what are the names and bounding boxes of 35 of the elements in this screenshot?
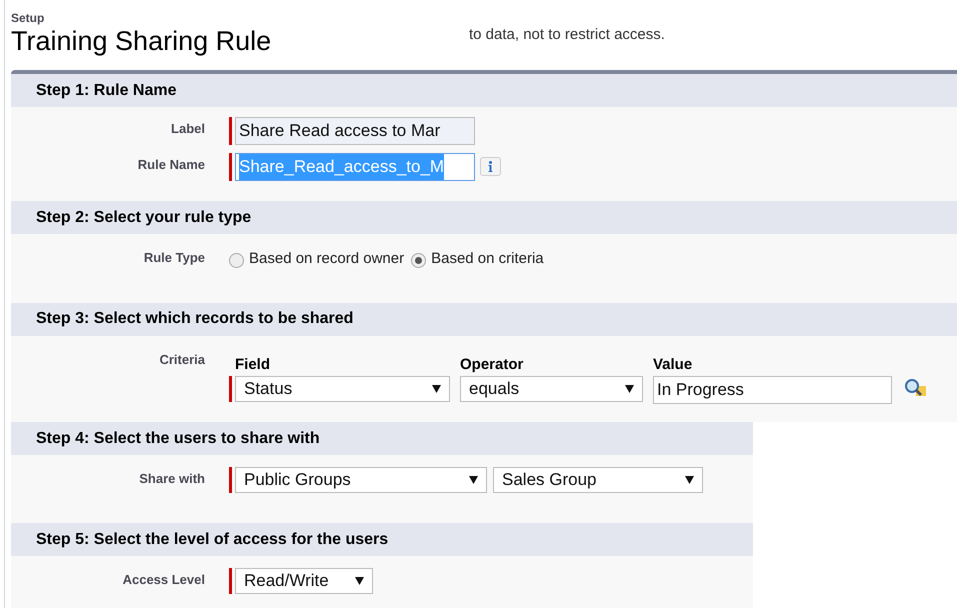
select-dropdown[interactable]: Status: [235, 376, 450, 402]
caret-icon: [685, 476, 694, 484]
caret-icon: [432, 385, 441, 393]
page-title: Training Sharing Rule: [11, 25, 272, 58]
text-input[interactable]: Share Read access to Mar: [235, 117, 475, 145]
section-header: Step 3: Select which records to be shared: [11, 302, 957, 336]
field-label: Label: [170, 120, 206, 138]
field-label: Rule Type: [142, 249, 206, 267]
select-dropdown[interactable]: Read/Write: [235, 568, 373, 594]
radio-label[interactable]: Based on criteria: [431, 248, 544, 270]
breadcrumb: Setup: [11, 12, 46, 24]
column-heading: Operator: [460, 354, 524, 374]
caret-icon: [355, 577, 364, 585]
field-label: Access Level: [122, 571, 206, 589]
field-label: Criteria: [158, 350, 206, 368]
caret-icon: [625, 385, 634, 393]
search-icon[interactable]: [904, 378, 926, 398]
field-label: Rule Name: [136, 156, 206, 174]
radio-label[interactable]: Based on record owner: [249, 248, 404, 270]
select-dropdown[interactable]: equals: [460, 376, 643, 402]
section-header: Step 1: Rule Name: [11, 74, 957, 107]
info-icon[interactable]: [480, 157, 501, 176]
select-dropdown[interactable]: Public Groups: [235, 467, 487, 493]
help-text: to data, not to restrict access.: [469, 25, 665, 45]
radio-button[interactable]: [229, 253, 244, 268]
caret-icon: [469, 476, 478, 484]
text-input[interactable]: In Progress: [653, 376, 892, 404]
select-dropdown[interactable]: Sales Group: [493, 467, 703, 493]
column-heading: Value: [653, 354, 694, 374]
field-label: Share with: [138, 470, 206, 488]
column-heading: Field: [235, 354, 272, 374]
section-header: Step 5: Select the level of access for the users: [11, 523, 753, 556]
radio-button[interactable]: [411, 253, 426, 268]
section-header: Step 4: Select the users to share with: [11, 422, 753, 455]
section-header: Step 2: Select your rule type: [11, 201, 957, 234]
